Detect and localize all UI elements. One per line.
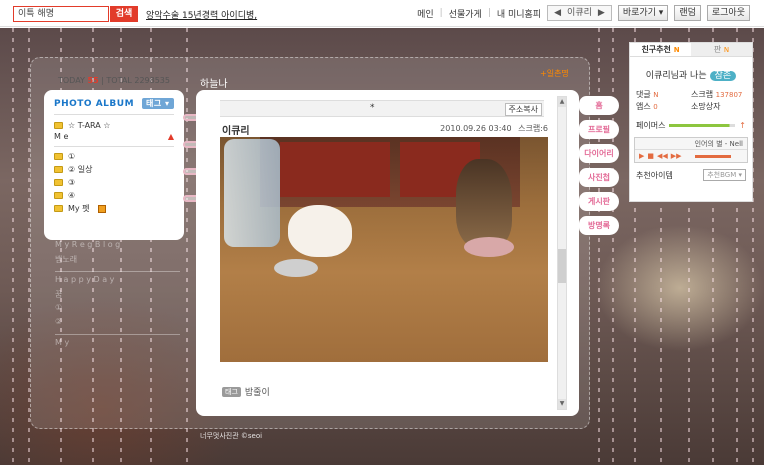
folder-item[interactable]: ☆ T-ARA ☆	[54, 119, 174, 132]
next-track-icon[interactable]: ▶▶	[671, 152, 682, 160]
up-arrow-icon: ↑	[739, 121, 746, 130]
friend-widget: 친구추천 N 판 N 이큐리님과 나는 잠촌 댓글 N 스크랩 137807 앱스…	[629, 42, 753, 202]
post-tags: 태그 밥줄이	[222, 385, 270, 398]
random-button[interactable]: 랜덤	[674, 5, 701, 21]
total-count: 2298535	[134, 76, 170, 85]
tab-pan[interactable]: 판 N	[691, 43, 752, 56]
logout-button[interactable]: 로그아웃	[706, 5, 750, 21]
stop-icon[interactable]: ■	[647, 152, 654, 160]
folder-item[interactable]: ④	[54, 189, 174, 202]
scroll-thumb[interactable]	[558, 249, 566, 283]
top-bar: 이특 해명 검색 앙악수술 15년경력 아이디병, 메인 | 선물가게 | 내 미니…	[0, 0, 764, 27]
volume-slider[interactable]	[694, 154, 731, 158]
post-date: 2010.09.26 03:40	[440, 124, 512, 133]
play-icon[interactable]: ▶	[639, 152, 644, 160]
tab-board[interactable]: 게시판	[579, 192, 619, 211]
recommend-row: 추천아이템 추천BGM ▾	[636, 169, 746, 181]
album-title: PHOTO ALBUM 태그 ▾	[54, 98, 174, 109]
folder-section-me[interactable]: M e ▲	[54, 132, 174, 145]
ilchon-link[interactable]: +일촌명	[540, 68, 569, 79]
tab-friend-recommend[interactable]: 친구추천 N	[630, 43, 691, 56]
prev-arrow-icon[interactable]: ◀	[554, 6, 561, 20]
recommend-select[interactable]: 추천BGM ▾	[703, 169, 746, 181]
visitor-counter: TODAY 55 | TOTAL 2298535	[58, 76, 170, 85]
folder-item[interactable]: My 펫	[54, 202, 174, 215]
copyright: 너무멋사진관 ©seoi	[200, 432, 263, 440]
scroll-up-icon[interactable]: ▲	[558, 97, 566, 107]
nav-my-minihompy[interactable]: 내 미니홈피	[497, 7, 541, 20]
folder-item[interactable]: ③	[54, 176, 174, 189]
goto-button[interactable]: 바로가기 ▾	[617, 5, 669, 21]
relation-text: 이큐리님과 나는 잠촌	[630, 68, 752, 81]
faded-folder-list: M y R e g B l o g 뱀노래 H a p p y D a y 꿈 …	[55, 240, 180, 352]
folder-icon	[54, 122, 63, 129]
today-count: 55	[87, 76, 99, 85]
folder-icon	[54, 153, 63, 160]
collapse-icon[interactable]: ▲	[168, 132, 174, 145]
search-button[interactable]: 검색	[110, 6, 138, 22]
scrap-count[interactable]: 스크랩:6	[518, 124, 548, 133]
tab-profile[interactable]: 프로필	[579, 120, 619, 139]
nav-main[interactable]: 메인	[417, 7, 434, 20]
scroll-down-icon[interactable]: ▼	[558, 399, 566, 409]
tag-icon: 태그	[222, 386, 241, 397]
famous-meter: 페이머스 ↑	[636, 121, 746, 130]
post-meta: 2010.09.26 03:40 스크랩:6	[440, 123, 548, 134]
post-title: 이큐리	[222, 126, 250, 137]
bgm-player: 인어의 별 - Nell ▶ ■ ◀◀ ▶▶	[634, 137, 748, 163]
white-dog	[288, 205, 352, 257]
quick-user-label[interactable]: 이큐리	[567, 6, 592, 20]
folder-icon	[54, 205, 63, 212]
new-badge-icon	[97, 204, 106, 213]
stats-grid: 댓글 N 스크랩 137807 앱스 0 소망상자	[636, 90, 743, 111]
tab-diary[interactable]: 다이어리	[579, 144, 619, 163]
left-sidebar: PHOTO ALBUM 태그 ▾ ☆ T-ARA ☆ M e ▲ ① ② 일상 ③…	[44, 90, 184, 240]
prev-track-icon[interactable]: ◀◀	[657, 152, 668, 160]
post-photo[interactable]	[220, 137, 548, 362]
nav-gift-shop[interactable]: 선물가게	[449, 7, 482, 20]
tab-guestbook[interactable]: 방명록	[579, 216, 619, 235]
content-scrollbar[interactable]: ▲ ▼	[557, 96, 567, 410]
tag-value[interactable]: 밥줄이	[245, 385, 270, 398]
tab-home[interactable]: 홈	[579, 96, 619, 115]
search-input[interactable]: 이특 해명	[13, 6, 109, 22]
folder-icon	[54, 179, 63, 186]
famous-bar	[669, 124, 736, 127]
top-nav: 메인 | 선물가게 | 내 미니홈피 ◀ 이큐리 ▶ 바로가기 ▾ 랜덤 로그아웃	[417, 5, 750, 21]
promo-link[interactable]: 앙악수술 15년경력 아이디병,	[146, 8, 257, 21]
post-header-bar: * 주소복사	[220, 100, 544, 117]
menu-tabs: 홈 프로필 다이어리 사진첩 게시판 방명록	[579, 96, 619, 240]
folder-icon	[54, 166, 63, 173]
folder-item[interactable]: ①	[54, 150, 174, 163]
copy-address-button[interactable]: 주소복사	[504, 103, 542, 116]
owner-name: 하늘나	[200, 79, 228, 90]
song-title: 인어의 별 - Nell	[635, 138, 747, 150]
quick-box: ◀ 이큐리 ▶	[547, 5, 612, 21]
next-arrow-icon[interactable]: ▶	[598, 6, 605, 20]
main-content-panel: * 주소복사 이큐리 2010.09.26 03:40 스크랩:6 태그 밥줄이…	[196, 90, 579, 416]
water-bottle	[224, 139, 280, 247]
folder-icon	[54, 192, 63, 199]
tag-dropdown[interactable]: 태그 ▾	[142, 98, 174, 109]
tab-photo[interactable]: 사진첩	[579, 168, 619, 187]
cat	[456, 159, 512, 247]
relation-badge[interactable]: 잠촌	[709, 71, 737, 81]
folder-item[interactable]: ② 일상	[54, 163, 174, 176]
